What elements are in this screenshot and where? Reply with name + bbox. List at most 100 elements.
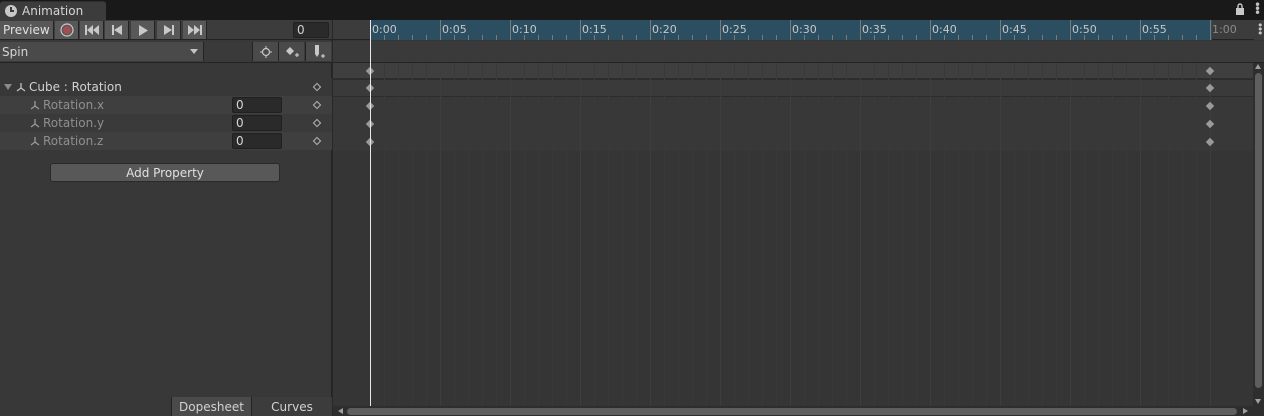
clip-dropdown[interactable]: Spin [0,42,204,61]
grid-line [1000,63,1001,407]
first-keyframe-button[interactable] [80,21,104,39]
ruler-minor-tick [986,35,987,40]
grid-line-minor [776,63,777,407]
property-track [333,115,1253,133]
vertical-scroll-thumb[interactable] [1255,73,1262,388]
grid-line-minor [944,63,945,407]
ruler-minor-tick [608,35,609,40]
ruler-major-tick [580,20,581,40]
property-row-rotation-y[interactable]: Rotation.y 0 [0,114,332,132]
property-label: Rotation.z [43,134,104,148]
grid-line-minor [482,63,483,407]
ruler-minor-tick [762,35,763,40]
grid-line-minor [902,63,903,407]
ruler-minor-tick [776,35,777,40]
grid-line [650,63,651,407]
filter-by-selection-button[interactable] [252,42,278,61]
grid-line [930,63,931,407]
ruler-major-tick [1070,20,1071,40]
grid-line-minor [1126,63,1127,407]
ruler-minor-tick [524,35,525,40]
ruler-minor-tick [1168,35,1169,40]
tab-dopesheet[interactable]: Dopesheet [171,397,251,416]
play-icon [138,24,148,36]
property-value-field[interactable]: 0 [232,133,282,149]
transform-icon [30,119,40,128]
ruler-minor-tick [902,35,903,40]
add-property-button[interactable]: Add Property [50,163,280,182]
grid-line-minor [832,63,833,407]
time-ruler[interactable]: • • • 0:00 0:05 0:10 0:15 0:20 0:25 0:30 0:35 0:40… [333,20,1264,40]
ruler-minor-tick [888,35,889,40]
first-key-icon [84,25,99,35]
ruler-minor-tick [594,35,595,40]
record-button[interactable] [55,21,79,39]
keyframe-diamond-icon[interactable] [312,100,322,110]
ruler-major-tick [790,20,791,40]
horizontal-scrollbar[interactable] [333,406,1264,416]
grid-line-minor [468,63,469,407]
timeline-menu-icon[interactable]: • • • [1254,20,1264,40]
scroll-right-icon[interactable] [1243,408,1248,414]
scroll-left-icon[interactable] [338,408,343,414]
last-keyframe-button[interactable] [183,21,207,39]
grid-line-minor [1182,63,1183,407]
property-value-field[interactable]: 0 [232,115,282,131]
scroll-up-icon[interactable] [1255,64,1261,69]
lock-icon[interactable] [1234,2,1246,16]
tab-curves[interactable]: Curves [251,397,332,416]
frame-field[interactable]: 0 [293,22,329,38]
property-group-row[interactable]: Cube : Rotation [0,78,332,96]
ruler-major-tick [650,20,651,40]
next-keyframe-button[interactable] [157,21,181,39]
add-event-button[interactable] [305,42,331,61]
property-value-field[interactable]: 0 [232,97,282,113]
property-row-rotation-z[interactable]: Rotation.z 0 [0,132,332,150]
ruler-major-tick [440,20,441,40]
ruler-major-tick [930,20,931,40]
play-button[interactable] [131,21,155,39]
keyframe-diamond-icon[interactable] [312,136,322,146]
vertical-scrollbar[interactable] [1253,63,1264,407]
property-label: Rotation.y [43,116,105,130]
grid-line-minor [972,63,973,407]
grid-line [1210,63,1211,407]
grid-line-minor [594,63,595,407]
ruler-minor-tick [664,35,665,40]
grid-line-minor [636,63,637,407]
grid-line-minor [916,63,917,407]
dopesheet-tracks[interactable] [333,63,1253,407]
horizontal-scroll-thumb[interactable] [347,408,1237,415]
ruler-minor-tick [454,35,455,40]
ruler-minor-tick [832,35,833,40]
keyframe-diamond-icon[interactable] [312,118,322,128]
window-menu-icon[interactable]: • • • [1254,0,1261,19]
preview-button[interactable]: Preview [0,21,54,39]
property-label: Rotation.x [43,98,105,112]
grid-line-minor [678,63,679,407]
prev-keyframe-button[interactable] [105,21,129,39]
ruler-minor-tick [1182,35,1183,40]
property-row-rotation-x[interactable]: Rotation.x 0 [0,96,332,114]
animation-tab[interactable]: Animation [0,1,106,20]
keyframe-diamond-icon[interactable] [312,82,322,92]
add-keyframe-button[interactable] [278,42,304,61]
playback-toolbar: Preview 0 [0,20,332,40]
add-keyframe-icon [285,46,299,57]
timeline-panel: • • • 0:00 0:05 0:10 0:15 0:20 0:25 0:30 0:35 0:40… [333,20,1264,416]
grid-line-minor [552,63,553,407]
grid-line-minor [384,63,385,407]
ruler-minor-tick [874,35,875,40]
ruler-minor-tick [412,35,413,40]
ruler-minor-tick [496,35,497,40]
grid-line-minor [524,63,525,407]
expand-triangle-icon[interactable] [4,84,12,90]
scroll-down-icon[interactable] [1255,399,1261,404]
grid-line-minor [846,63,847,407]
event-row[interactable] [333,41,1264,63]
ruler-minor-tick [552,35,553,40]
ruler-minor-tick [622,35,623,40]
ruler-minor-tick [1042,35,1043,40]
property-panel: Preview 0 Spin Cube: Rotation Rotation.… [0,20,332,416]
playhead[interactable] [370,20,371,407]
